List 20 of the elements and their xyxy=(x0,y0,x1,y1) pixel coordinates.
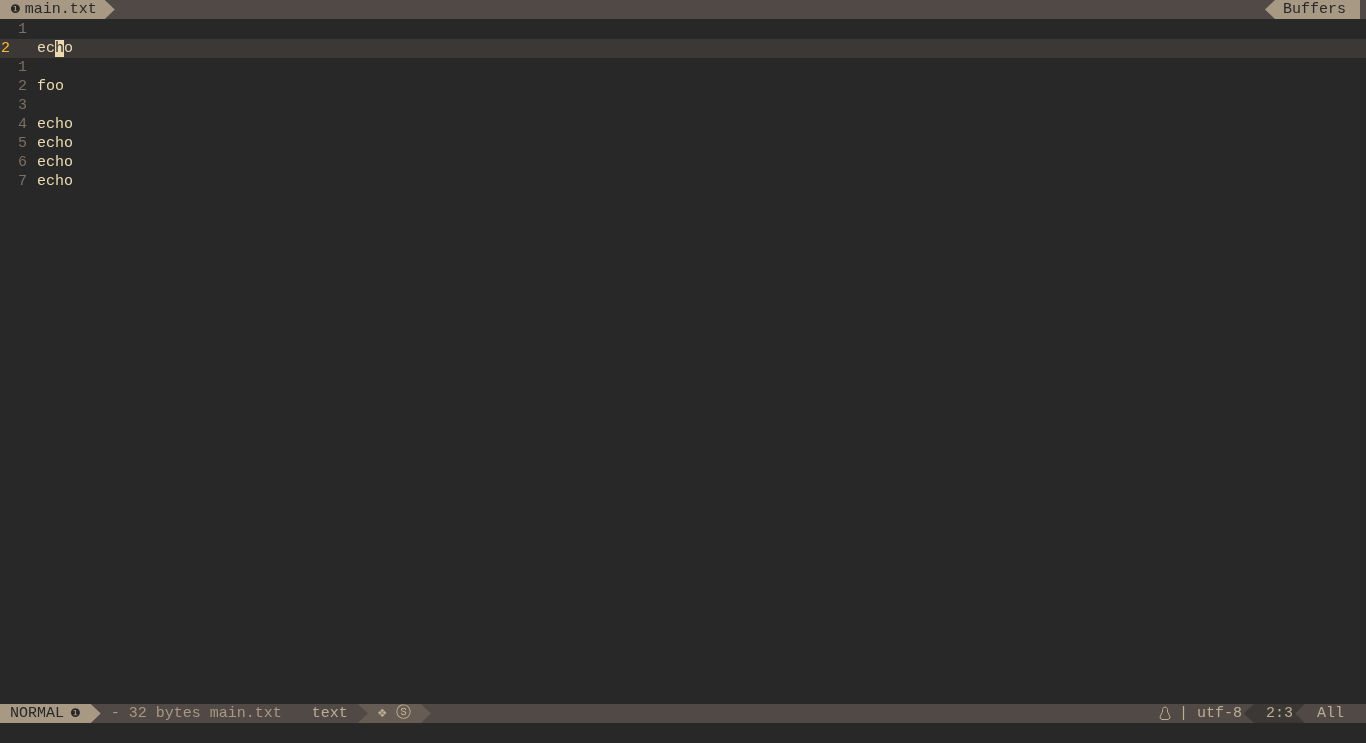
line-text: echo xyxy=(37,172,73,191)
line-text: echo xyxy=(37,39,74,58)
line-number: 5 xyxy=(17,134,28,153)
line-text: echo xyxy=(37,134,73,153)
line-number: 3 xyxy=(17,96,28,115)
buffer-number-icon: ❶ xyxy=(10,0,21,19)
line-text: foo xyxy=(37,77,64,96)
line-number: 7 xyxy=(17,172,28,191)
line-number: 1 xyxy=(17,58,28,77)
line-number: 6 xyxy=(17,153,28,172)
line-number: 1 xyxy=(17,20,28,39)
buffer-name: main.txt xyxy=(24,0,97,19)
line-number: 2 xyxy=(17,77,28,96)
mode-indicator: NORMAL ❶ xyxy=(0,704,101,723)
line-text: echo xyxy=(37,153,73,172)
line-number: 4 xyxy=(17,115,28,134)
buffer-tab[interactable]: ❶ main.txt xyxy=(0,0,115,19)
line-text: echo xyxy=(37,115,73,134)
line-number: 2 xyxy=(0,39,11,58)
buffers-label: Buffers xyxy=(1265,0,1360,19)
